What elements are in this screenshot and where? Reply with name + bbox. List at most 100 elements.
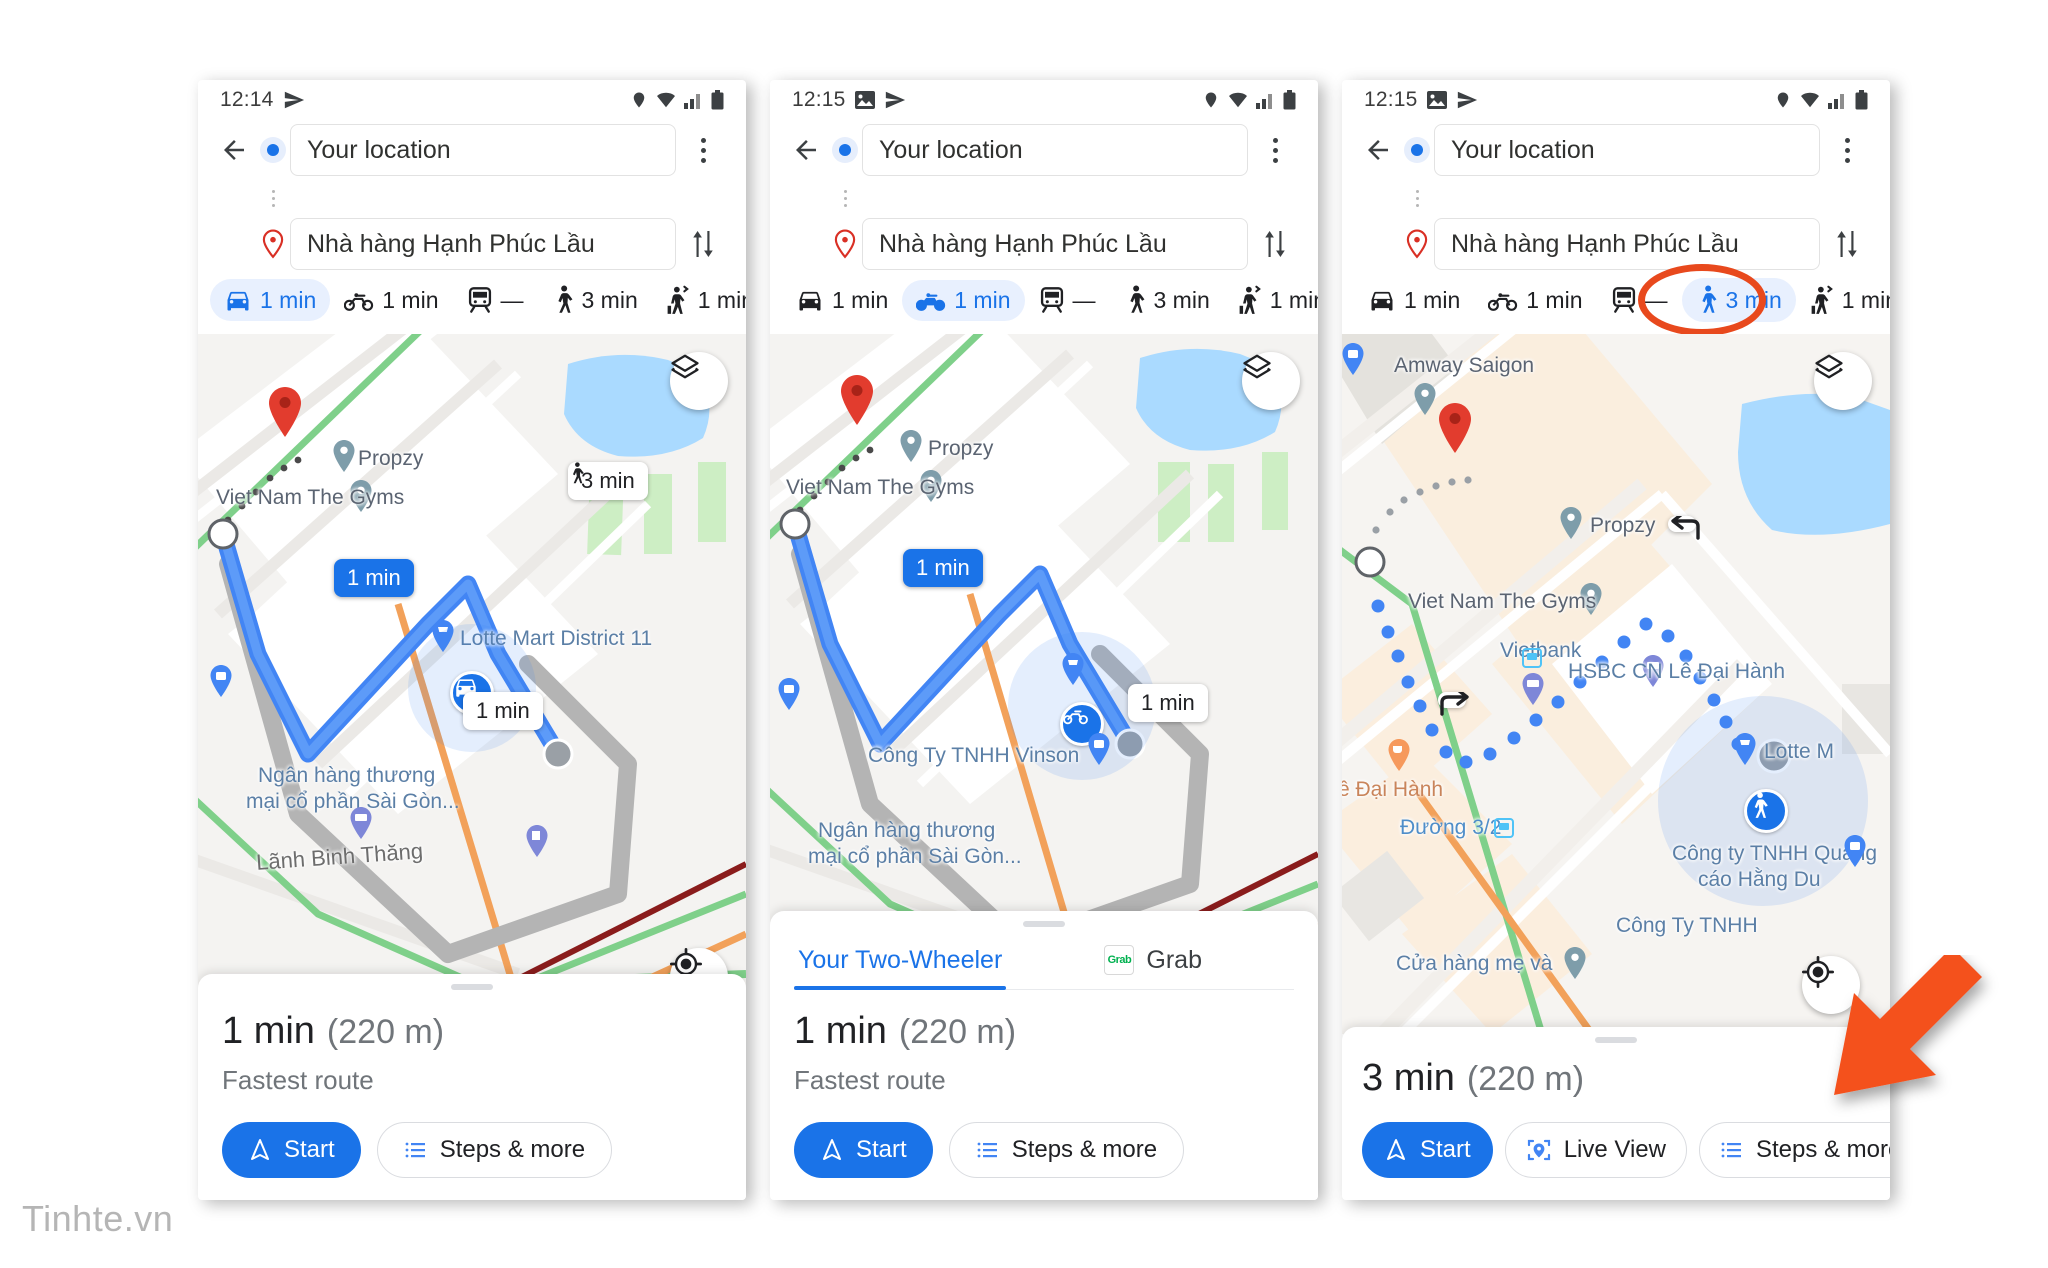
- steps-and-more-button[interactable]: Steps & more: [1698, 1122, 1890, 1178]
- origin-input[interactable]: Your location: [862, 124, 1248, 176]
- live-view-button-label: Live View: [1563, 1136, 1666, 1163]
- destination-input[interactable]: Nhà hàng Hạnh Phúc Lầu: [862, 218, 1248, 270]
- map-chip-route-eta[interactable]: 1 min: [903, 549, 983, 587]
- destination-pin-icon: [262, 229, 284, 259]
- place-pin-shop[interactable]: [1342, 342, 1366, 376]
- destination-input[interactable]: Nhà hàng Hạnh Phúc Lầu: [1434, 218, 1820, 270]
- place-pin-fuel[interactable]: [524, 824, 550, 858]
- mode-walking[interactable]: 3 min: [538, 278, 652, 322]
- destination-marker: [828, 229, 862, 259]
- swap-icon[interactable]: [1820, 227, 1874, 261]
- send-icon: [283, 89, 305, 111]
- route-subtitle: Fastest route: [794, 1065, 946, 1095]
- navigation-icon: [251, 1139, 269, 1160]
- navigation-icon: [1387, 1139, 1405, 1160]
- map-chip-alt-eta[interactable]: 1 min: [1128, 684, 1208, 722]
- tab-your-two-wheeler[interactable]: Your Two-Wheeler: [794, 932, 1007, 990]
- swap-icon[interactable]: [676, 227, 730, 261]
- place-pin-amway[interactable]: [1412, 382, 1438, 416]
- list-icon: [977, 1142, 997, 1158]
- place-pin-shop-right[interactable]: [1842, 834, 1868, 868]
- mode-two-wheeler[interactable]: 1 min: [902, 279, 1025, 321]
- start-button-label: Start: [284, 1136, 335, 1163]
- mode-rideshare[interactable]: 1 min: [1796, 278, 1890, 322]
- origin-input[interactable]: Your location: [1434, 124, 1820, 176]
- map-layers-button[interactable]: [670, 352, 728, 410]
- my-location-button[interactable]: [1802, 956, 1860, 1014]
- place-pin-atm[interactable]: [348, 806, 374, 840]
- map-layers-button[interactable]: [1814, 352, 1872, 410]
- back-arrow-icon[interactable]: [212, 128, 256, 172]
- start-button[interactable]: Start: [1362, 1122, 1493, 1178]
- map-chip-alt-label: 1 min: [1141, 690, 1195, 715]
- destination-input[interactable]: Nhà hàng Hạnh Phúc Lầu: [290, 218, 676, 270]
- mode-transit[interactable]: —: [453, 279, 538, 321]
- map-label-bank-1: Ngân hàng thương: [818, 819, 996, 842]
- mode-two-wheeler[interactable]: 1 min: [1474, 280, 1596, 321]
- swap-icon[interactable]: [1248, 227, 1302, 261]
- sheet-grabber[interactable]: [1595, 1037, 1637, 1043]
- place-pin-propzy[interactable]: [331, 439, 357, 473]
- map-label-propzy: Propzy: [1590, 514, 1656, 537]
- place-pin-shop-2[interactable]: [1086, 732, 1112, 766]
- sheet-button-row: Start Live View Steps & more: [1362, 1122, 1890, 1178]
- back-arrow-icon[interactable]: [1356, 128, 1400, 172]
- map-label-lotte: Lotte M: [1764, 740, 1835, 763]
- back-arrow-icon[interactable]: [784, 128, 828, 172]
- route-bottom-sheet-driving: 1 min (220 m) Fastest route Start Steps …: [198, 974, 746, 1200]
- tab-grab[interactable]: Grab Grab: [1100, 931, 1206, 989]
- map-chip-walk-eta[interactable]: 3 min: [568, 462, 648, 500]
- place-pin-propzy[interactable]: [898, 429, 924, 463]
- mode-driving[interactable]: 1 min: [1354, 279, 1474, 321]
- map-chip-alt-eta[interactable]: 1 min: [463, 692, 543, 730]
- walk-icon: [557, 285, 572, 313]
- kebab-menu-icon[interactable]: [1248, 137, 1302, 163]
- eta-row: 1 min (220 m): [222, 1010, 722, 1053]
- map-label-duong-32: Đường 3/2: [1400, 816, 1502, 839]
- live-view-button[interactable]: Live View: [1504, 1122, 1687, 1178]
- location-icon: [1774, 90, 1792, 110]
- eta-duration: 1 min: [222, 1010, 315, 1052]
- origin-input[interactable]: Your location: [290, 124, 676, 176]
- mode-rideshare[interactable]: 1 min: [1224, 278, 1318, 322]
- mode-driving[interactable]: 1 min: [210, 279, 331, 321]
- kebab-menu-icon[interactable]: [1820, 137, 1874, 163]
- place-pin-store[interactable]: [1060, 652, 1086, 686]
- map-canvas-driving[interactable]: Propzy Viet Nam The Gyms Lotte Mart Dist…: [198, 334, 746, 1034]
- sheet-grabber[interactable]: [451, 984, 493, 990]
- navigation-icon: [823, 1139, 841, 1160]
- car-icon: [1371, 291, 1393, 311]
- mode-two-wheeler[interactable]: 1 min: [330, 280, 452, 321]
- mode-driving[interactable]: 1 min: [782, 279, 902, 321]
- mode-transit[interactable]: —: [1025, 279, 1110, 321]
- map-canvas-walking[interactable]: Amway Saigon Propzy Viet Nam The Gyms Vi…: [1342, 334, 1890, 1034]
- start-button[interactable]: Start: [222, 1122, 361, 1178]
- map-label-le-dai-hanh: ê Đại Hành: [1342, 778, 1444, 801]
- phone-panel-walking: 12:15 Your location Nhà hàng Hạnh Phúc L…: [1342, 80, 1890, 1200]
- destination-pin-icon: [1406, 229, 1428, 259]
- mode-transit-label: —: [500, 286, 524, 313]
- place-pin-generic[interactable]: [1562, 946, 1588, 980]
- place-pin-lotte[interactable]: [1732, 732, 1758, 766]
- start-button[interactable]: Start: [794, 1122, 933, 1178]
- mode-walking[interactable]: 3 min: [1110, 278, 1224, 322]
- place-pin-cafe[interactable]: [1386, 738, 1412, 772]
- car-icon: [227, 291, 249, 311]
- mode-walking[interactable]: 3 min: [1681, 278, 1796, 322]
- mode-driving-label: 1 min: [832, 286, 889, 313]
- place-pin-shop[interactable]: [776, 677, 802, 711]
- place-pin-propzy[interactable]: [1558, 506, 1584, 540]
- status-bar: 12:14: [198, 80, 746, 120]
- place-pin-shop[interactable]: [208, 664, 234, 698]
- place-pin-atm-1[interactable]: [1520, 672, 1546, 706]
- map-chip-route-eta[interactable]: 1 min: [334, 559, 414, 597]
- mode-rideshare[interactable]: 1 min: [652, 278, 746, 322]
- sheet-grabber[interactable]: [1023, 921, 1065, 927]
- kebab-menu-icon[interactable]: [676, 137, 730, 163]
- steps-and-more-button[interactable]: Steps & more: [948, 1122, 1185, 1178]
- map-layers-button[interactable]: [1242, 352, 1300, 410]
- steps-and-more-button[interactable]: Steps & more: [376, 1122, 613, 1178]
- eta-duration: 3 min: [1362, 1057, 1455, 1099]
- mode-transit[interactable]: —: [1597, 279, 1682, 321]
